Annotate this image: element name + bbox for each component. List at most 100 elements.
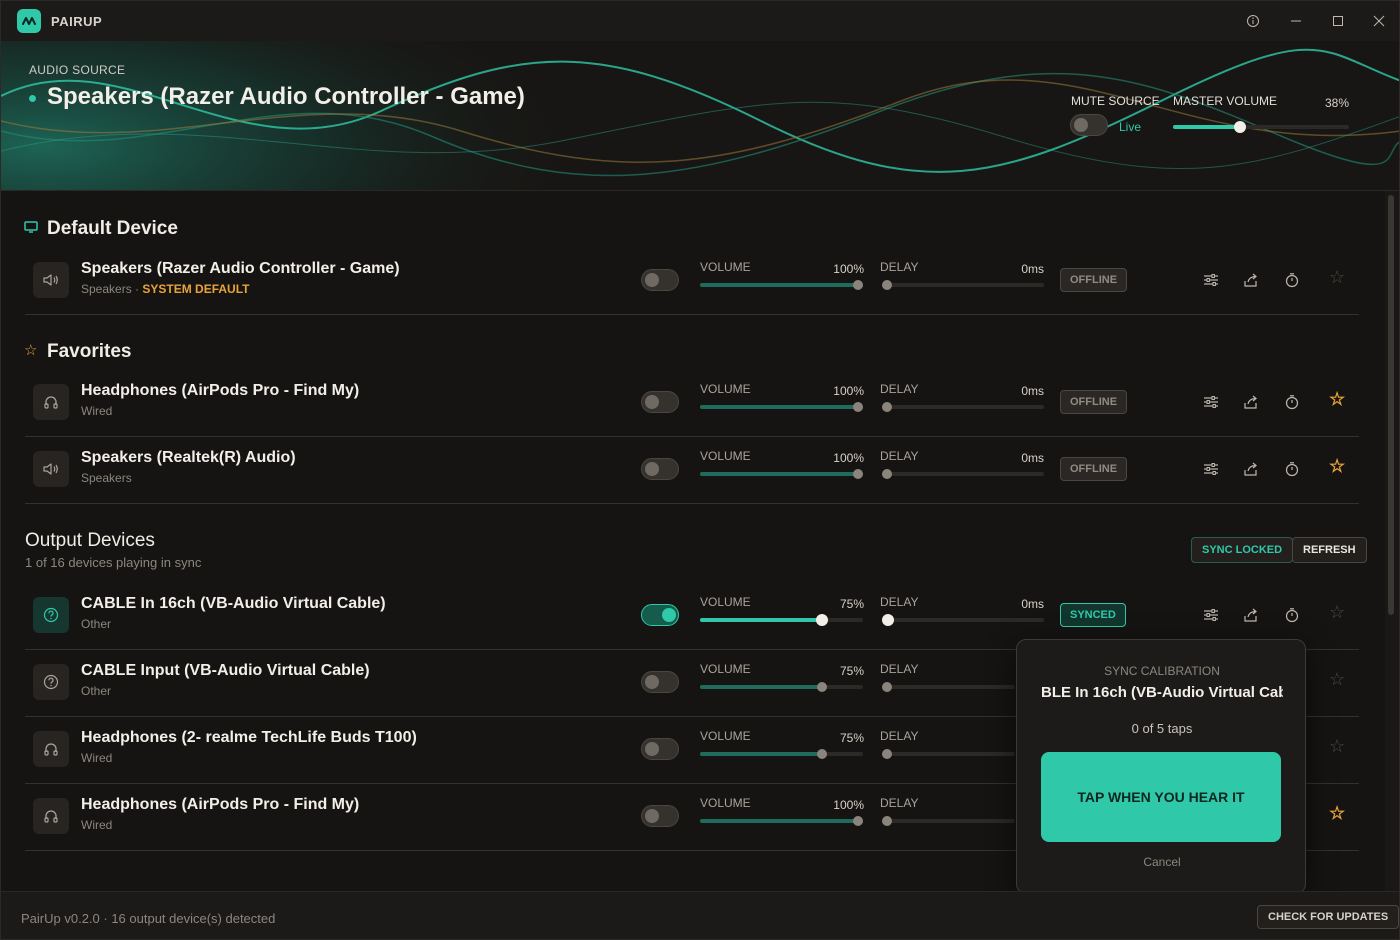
toggle-knob (645, 675, 659, 689)
favorite-star-icon[interactable]: ☆ (1329, 736, 1345, 757)
section-title-favorites: Favorites (47, 341, 132, 362)
delay-slider[interactable] (882, 280, 1044, 290)
volume-label: VOLUME (700, 662, 751, 676)
device-enable-toggle[interactable] (641, 604, 679, 626)
device-enable-toggle[interactable] (641, 458, 679, 480)
mute-source-toggle[interactable] (1070, 114, 1108, 136)
toggle-knob (662, 608, 676, 622)
volume-slider[interactable] (700, 816, 863, 826)
device-name: Speakers (Razer Audio Controller - Game) (81, 260, 400, 277)
waveform-graphic (1, 41, 1399, 190)
cancel-link[interactable]: Cancel (1017, 855, 1307, 869)
slider-thumb[interactable] (817, 749, 828, 759)
equalizer-icon[interactable] (1199, 457, 1223, 481)
refresh-button[interactable]: REFRESH (1292, 537, 1367, 563)
delay-label: DELAY (880, 796, 919, 810)
maximize-icon[interactable] (1328, 11, 1348, 31)
favorite-star-icon[interactable]: ☆ (1329, 389, 1345, 410)
device-name: Headphones (2- realme TechLife Buds T100… (81, 729, 417, 746)
slider-thumb[interactable] (817, 682, 828, 692)
monitor-icon (24, 220, 38, 237)
scrollbar[interactable] (1385, 191, 1399, 891)
delay-slider[interactable] (882, 682, 1015, 692)
status-badge: OFFLINE (1060, 268, 1128, 292)
favorite-star-icon[interactable]: ☆ (1329, 803, 1345, 824)
favorite-star-icon[interactable]: ☆ (1329, 456, 1345, 477)
share-icon[interactable] (1239, 390, 1263, 414)
favorite-star-icon[interactable]: ☆ (1329, 669, 1345, 690)
slider-thumb[interactable] (882, 614, 894, 626)
equalizer-icon[interactable] (1199, 390, 1223, 414)
scrollbar-thumb[interactable] (1388, 195, 1394, 615)
device-name: CABLE Input (VB-Audio Virtual Cable) (81, 662, 370, 679)
device-name: Headphones (AirPods Pro - Find My) (81, 382, 360, 399)
slider-thumb[interactable] (853, 280, 863, 290)
mute-state-label: Live (1119, 120, 1142, 134)
share-icon[interactable] (1239, 603, 1263, 627)
device-enable-toggle[interactable] (641, 391, 679, 413)
device-type: Wired (81, 818, 112, 832)
speaker-icon (33, 262, 69, 298)
sync-locked-button[interactable]: SYNC LOCKED (1191, 537, 1294, 563)
volume-slider[interactable] (700, 469, 863, 479)
slider-thumb[interactable] (1233, 121, 1246, 133)
mute-source-label: MUTE SOURCE (1071, 94, 1160, 108)
headphones-icon (33, 798, 69, 834)
share-icon[interactable] (1239, 268, 1263, 292)
slider-thumb[interactable] (882, 749, 892, 759)
slider-thumb[interactable] (882, 469, 892, 479)
share-icon[interactable] (1239, 457, 1263, 481)
equalizer-icon[interactable] (1199, 268, 1223, 292)
source-status-dot (29, 95, 36, 102)
tap-counter: 0 of 5 taps (1131, 721, 1193, 736)
favorite-star-icon[interactable]: ☆ (1329, 267, 1345, 288)
slider-thumb[interactable] (816, 614, 829, 626)
delay-slider[interactable] (882, 469, 1044, 479)
timer-icon[interactable] (1280, 603, 1304, 627)
timer-icon[interactable] (1280, 268, 1304, 292)
master-volume-value: 38% (1325, 96, 1350, 110)
slider-fill (700, 819, 863, 823)
device-enable-toggle[interactable] (641, 671, 679, 693)
equalizer-icon[interactable] (1199, 603, 1223, 627)
minimize-icon[interactable] (1286, 11, 1306, 31)
tap-when-you-hear-it-button[interactable]: TAP WHEN YOU HEAR IT (1041, 752, 1281, 842)
slider-thumb[interactable] (882, 402, 892, 412)
master-volume-slider[interactable] (1173, 121, 1349, 133)
delay-value: 0ms (1021, 451, 1044, 465)
volume-slider[interactable] (700, 614, 863, 626)
device-type: Wired (81, 404, 112, 418)
device-enable-toggle[interactable] (641, 269, 679, 291)
volume-slider[interactable] (700, 402, 863, 412)
volume-slider[interactable] (700, 682, 863, 692)
system-default-badge: SYSTEM DEFAULT (142, 282, 250, 296)
slider-thumb[interactable] (853, 816, 863, 826)
device-row: Speakers (Razer Audio Controller - Game)… (25, 248, 1359, 315)
close-icon[interactable] (1369, 11, 1389, 31)
delay-slider[interactable] (882, 402, 1044, 412)
volume-slider[interactable] (700, 749, 863, 759)
device-enable-toggle[interactable] (641, 738, 679, 760)
timer-icon[interactable] (1280, 457, 1304, 481)
slider-thumb[interactable] (882, 816, 892, 826)
slider-thumb[interactable] (853, 469, 863, 479)
delay-slider[interactable] (882, 749, 1015, 759)
favorite-star-icon[interactable]: ☆ (1329, 602, 1345, 623)
speaker-icon (33, 451, 69, 487)
delay-slider[interactable] (882, 614, 1044, 626)
slider-thumb[interactable] (882, 682, 892, 692)
slider-thumb[interactable] (882, 280, 892, 290)
info-icon[interactable] (1243, 11, 1263, 31)
delay-label: DELAY (880, 595, 919, 609)
volume-slider[interactable] (700, 280, 863, 290)
check-for-updates-button[interactable]: CHECK FOR UPDATES (1257, 905, 1399, 929)
delay-slider[interactable] (882, 816, 1015, 826)
volume-value: 75% (839, 664, 864, 678)
device-enable-toggle[interactable] (641, 805, 679, 827)
slider-thumb[interactable] (853, 402, 863, 412)
device-type-label: Speakers (81, 282, 132, 296)
device-type: Speakers · SYSTEM DEFAULT (81, 282, 250, 296)
timer-icon[interactable] (1280, 390, 1304, 414)
volume-label: VOLUME (700, 729, 751, 743)
question-icon (33, 664, 69, 700)
